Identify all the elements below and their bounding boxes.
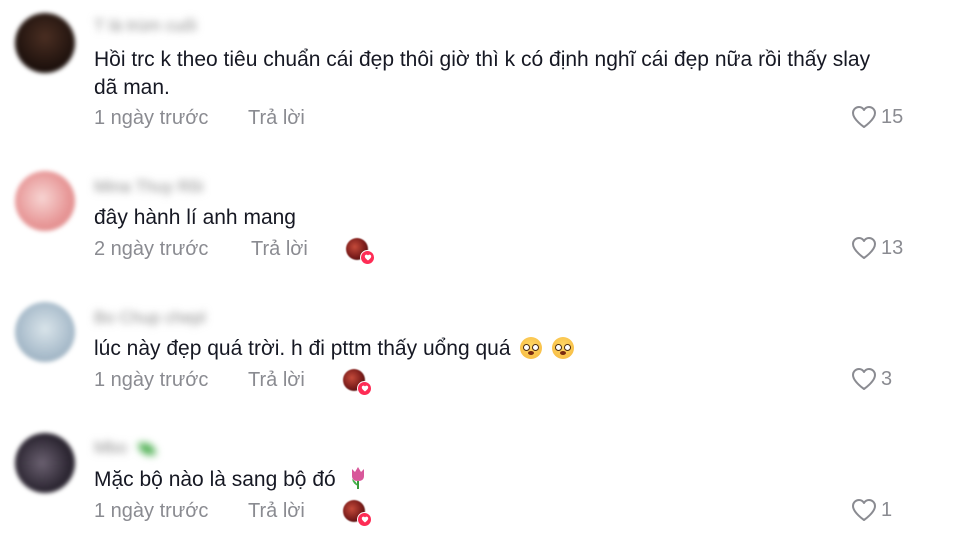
avatar[interactable]	[15, 433, 75, 493]
heart-icon	[357, 381, 372, 396]
like-button[interactable]: 15	[851, 105, 905, 129]
like-count: 3	[881, 367, 893, 390]
heart-icon	[852, 368, 876, 390]
leaf-icon	[137, 442, 156, 455]
comment-text-line: lúc này đẹp quá trời. h đi pttm thấy uổn…	[94, 337, 511, 360]
like-button[interactable]: 1	[851, 498, 905, 522]
reply-button[interactable]: Trả lời	[248, 369, 305, 392]
comment-time: 2 ngày trước	[94, 238, 209, 260]
comment-text-line: Mặc bộ nào là sang bộ đó	[94, 468, 336, 491]
like-count: 13	[881, 236, 904, 259]
reply-button[interactable]: Trả lời	[251, 238, 308, 261]
comment-text-line: đây hành lí anh mang	[94, 206, 296, 229]
heart-icon	[852, 106, 876, 128]
comment-text: Mặc bộ nào là sang bộ đó	[94, 466, 924, 494]
flushed-face-icon	[552, 337, 575, 359]
comment-username[interactable]: Bo Chup chepl	[94, 308, 206, 328]
comment-time: 1 ngày trước	[94, 369, 209, 391]
like-count: 1	[881, 498, 893, 521]
comment-text: Hồi trc k theo tiêu chuẩn cái đẹp thôi g…	[94, 46, 924, 102]
comment-text-line: Hồi trc k theo tiêu chuẩn cái đẹp thôi g…	[94, 48, 871, 71]
avatar[interactable]	[15, 302, 75, 362]
creator-liked-badge	[343, 369, 372, 396]
reply-button[interactable]: Trả lời	[248, 500, 305, 523]
like-button[interactable]: 13	[851, 236, 905, 260]
comment-time: 1 ngày trước	[94, 500, 209, 522]
comment-username[interactable]: Mbo	[94, 438, 156, 458]
comment-username[interactable]: Mina Thuy Rồi	[94, 177, 203, 197]
creator-liked-badge	[346, 238, 375, 265]
reply-button[interactable]: Trả lời	[248, 107, 305, 130]
like-button[interactable]: 3	[851, 367, 905, 391]
tulip-icon	[351, 467, 364, 489]
heart-icon	[852, 237, 876, 259]
heart-icon	[360, 250, 375, 265]
flushed-face-icon	[520, 337, 543, 359]
heart-icon	[357, 512, 372, 527]
comment-time: 1 ngày trước	[94, 107, 209, 129]
comment-text: lúc này đẹp quá trời. h đi pttm thấy uổn…	[94, 335, 924, 363]
comment-text-line: dã man.	[94, 76, 170, 99]
avatar[interactable]	[15, 13, 75, 73]
like-count: 15	[881, 105, 904, 128]
comment-text: đây hành lí anh mang	[94, 204, 924, 232]
username-text: Mbo	[94, 438, 128, 457]
avatar[interactable]	[15, 171, 75, 231]
comment-username[interactable]: T là trùm cuối	[94, 16, 197, 36]
heart-icon	[852, 499, 876, 521]
creator-liked-badge	[343, 500, 372, 527]
